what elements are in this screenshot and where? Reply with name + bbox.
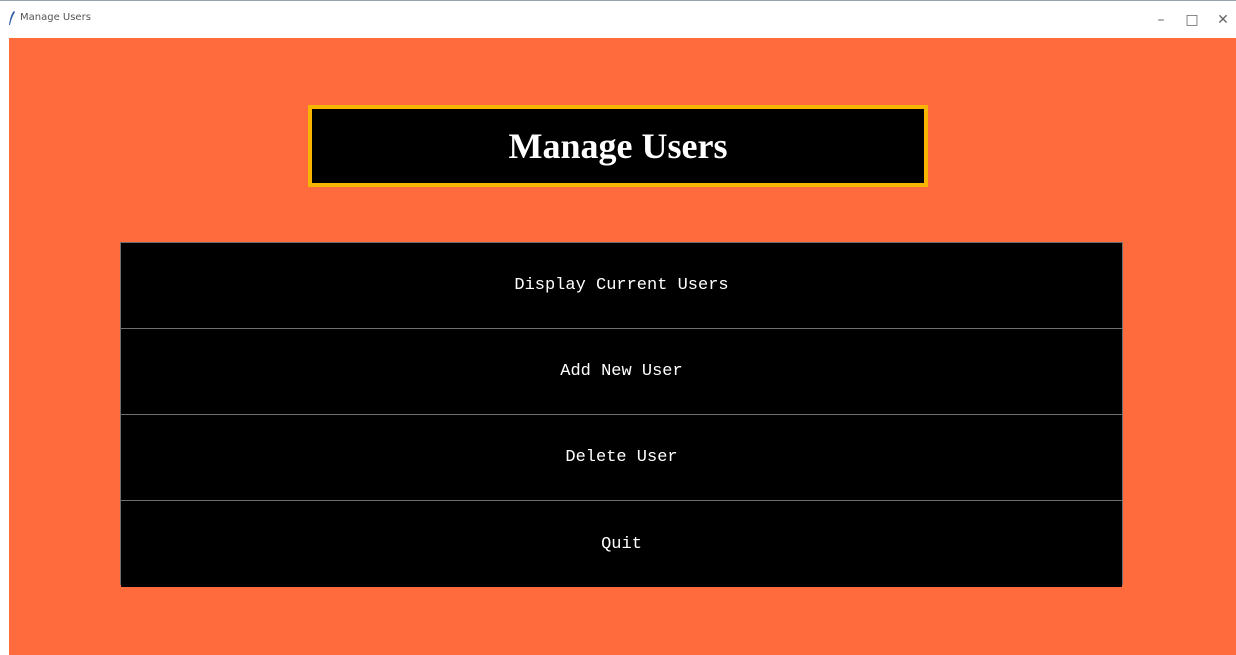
display-current-users-button[interactable]: Display Current Users (121, 243, 1122, 329)
menu: Display Current Users Add New User Delet… (120, 242, 1123, 587)
maximize-icon[interactable]: □ (1181, 9, 1203, 31)
feather-icon (9, 11, 15, 25)
window-title: Manage Users (20, 12, 91, 23)
delete-user-button[interactable]: Delete User (121, 415, 1122, 501)
page-title: Manage Users (508, 126, 728, 166)
close-icon[interactable]: ✕ (1212, 9, 1234, 31)
window: Manage Users – □ ✕ Manage Users Display … (0, 0, 1236, 655)
minimize-icon[interactable]: – (1150, 9, 1172, 31)
add-new-user-button[interactable]: Add New User (121, 329, 1122, 415)
header-box: Manage Users (308, 105, 928, 187)
title-bar[interactable]: Manage Users – □ ✕ (0, 0, 1236, 38)
quit-button[interactable]: Quit (121, 501, 1122, 587)
main-panel: Manage Users Display Current Users Add N… (9, 38, 1236, 655)
